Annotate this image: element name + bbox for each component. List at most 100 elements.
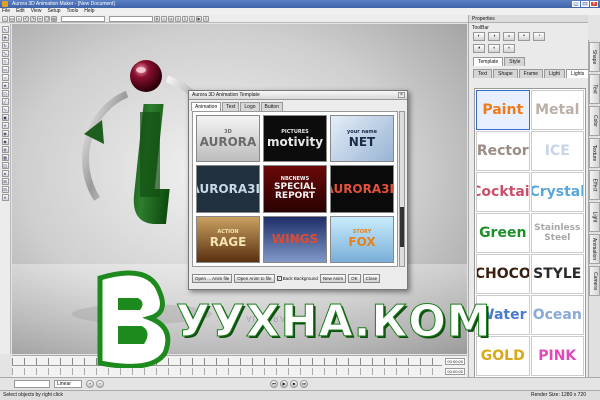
new-icon[interactable]: ▫ [2,15,8,22]
open-template-button[interactable]: Open Anim to file [234,273,275,283]
side-tab-shape[interactable]: Shape [589,42,600,72]
export-icon[interactable]: ⇪ [203,15,209,22]
play-icon[interactable]: ▶ [280,380,288,388]
render-icon[interactable]: ▶ [196,15,202,22]
maximize-button[interactable]: □ [581,1,589,7]
tool-8-icon[interactable]: ◗ [503,44,515,53]
style-preset-cocktail[interactable]: Cocktail [476,172,530,212]
font-select[interactable] [61,15,105,22]
cut-icon[interactable]: ✂ [37,15,43,22]
side-tab-texture[interactable]: Texture [589,138,600,168]
subtab-frame[interactable]: Frame [518,69,544,78]
cylinder-tool-icon[interactable]: ◫ [1,162,9,169]
scroll-thumb[interactable] [400,207,404,247]
template-thumbnail[interactable]: NBCNEWS SPECIAL REPORT [263,165,327,213]
template-thumbnail[interactable]: AURORA3D [196,165,260,213]
delete-tool-icon[interactable]: ✕ [1,194,9,201]
tool-4-icon[interactable]: ◓ [518,32,530,41]
style-preset-metal[interactable]: Metal [530,90,584,130]
rectangle-tool-icon[interactable]: ▭ [1,66,9,73]
align-center-icon[interactable]: ≡ [182,15,188,22]
camera-tool-icon[interactable]: ◉ [1,130,9,137]
dialog-tab-text[interactable]: Text [222,102,240,111]
color-tool-icon[interactable]: ◆ [1,138,9,145]
template-thumbnail[interactable]: PICTURES motivity [263,115,327,163]
style-preset-rector[interactable]: Rector [476,131,530,171]
undo-icon[interactable]: ↶ [23,15,29,22]
menu-item-setup[interactable]: Setup [47,8,60,15]
sphere-tool-icon[interactable]: ● [1,170,9,177]
menu-item-edit[interactable]: Edit [16,8,25,15]
close-button[interactable]: × [590,1,598,7]
cube-tool-icon[interactable]: ▦ [1,154,9,161]
dialog-tab-animation[interactable]: Animation [191,102,222,111]
scale-tool-icon[interactable]: ⤡ [1,50,9,57]
first-frame-icon[interactable]: ⏮ [270,380,278,388]
back-background-checkbox[interactable]: ✓ Back Background [276,275,318,281]
open-file-button[interactable]: Open ... Anim file [192,273,233,283]
style-preset-paint[interactable]: Paint [476,90,530,130]
save-icon[interactable]: ▪ [16,15,22,22]
subtab-light[interactable]: Light [544,69,565,78]
line-tool-icon[interactable]: ╱ [1,98,9,105]
stop-icon[interactable]: ■ [290,380,298,388]
star-tool-icon[interactable]: ★ [1,82,9,89]
keyframe-remove-icon[interactable]: − [96,380,104,388]
circle-tool-icon[interactable]: ○ [1,74,9,81]
keyframe-add-icon[interactable]: + [86,380,94,388]
dialog-close-button[interactable]: Close [362,273,381,283]
style-preset-ice[interactable]: ICE [530,131,584,171]
side-tab-text[interactable]: Text [589,74,600,104]
menu-item-view[interactable]: View [31,8,42,15]
interpolation-select[interactable]: Linear [54,380,82,388]
style-preset-style[interactable]: STYLE [530,254,584,294]
move-tool-icon[interactable]: ✥ [1,34,9,41]
style-preset-green[interactable]: Green [476,213,530,253]
subtab-shape[interactable]: Shape [493,69,518,78]
tool-7-icon[interactable]: ◖ [488,44,500,53]
new-anim-button[interactable]: New Anim [319,273,347,283]
timeline-ruler[interactable] [12,358,442,366]
bold-icon[interactable]: B [154,15,160,22]
tab-style[interactable]: Style [504,57,526,66]
tool-2-icon[interactable]: ◑ [488,32,500,41]
subtab-text[interactable]: Text [473,69,493,78]
dialog-close-icon[interactable]: × [398,92,405,98]
tool-1-icon[interactable]: ◐ [473,32,485,41]
menu-item-tools[interactable]: Tools [67,8,79,15]
template-thumbnail[interactable]: ACTION RAGE [196,215,260,263]
side-tab-camera[interactable]: Camera [589,266,600,296]
menu-item-help[interactable]: Help [84,8,94,15]
dialog-tab-logo[interactable]: Logo [240,102,260,111]
light-tool-icon[interactable]: ☀ [1,122,9,129]
underline-icon[interactable]: U [168,15,174,22]
style-preset-crystal[interactable]: Crystal [530,172,584,212]
template-thumbnail[interactable]: STORY FOX [330,215,394,263]
align-tool-icon[interactable]: ⊟ [1,186,9,193]
tool-6-icon[interactable]: ◕ [473,44,485,53]
curve-tool-icon[interactable]: ∿ [1,106,9,113]
style-preset-ocean[interactable]: Ocean [530,295,584,335]
fill-tool-icon[interactable]: ◍ [1,146,9,153]
align-right-icon[interactable]: ≡ [189,15,195,22]
timeline-track[interactable] [12,368,442,375]
tool-5-icon[interactable]: ◔ [533,32,545,41]
redo-icon[interactable]: ↷ [30,15,36,22]
style-preset-choco[interactable]: CHOCO [476,254,530,294]
rotate-tool-icon[interactable]: ↻ [1,42,9,49]
template-thumbnail[interactable]: your name NET [330,115,394,163]
tool-3-icon[interactable]: ◒ [503,32,515,41]
ok-button[interactable]: OK [348,273,361,283]
tab-template[interactable]: Template [473,57,504,66]
text-tool-icon[interactable]: T [1,58,9,65]
side-tab-animation[interactable]: Animation [589,234,600,264]
template-thumbnail[interactable]: WINGS [263,215,327,263]
select-tool-icon[interactable]: ↖ [1,26,9,33]
open-icon[interactable]: ▭ [9,15,15,22]
dialog-scrollbar[interactable] [399,111,405,267]
align-left-icon[interactable]: ≡ [175,15,181,22]
style-preset-stainless-steel[interactable]: Stainless Steel [530,213,584,253]
copy-icon[interactable]: ❐ [44,15,50,22]
last-frame-icon[interactable]: ⏭ [300,380,308,388]
menu-item-file[interactable]: File [2,8,10,15]
